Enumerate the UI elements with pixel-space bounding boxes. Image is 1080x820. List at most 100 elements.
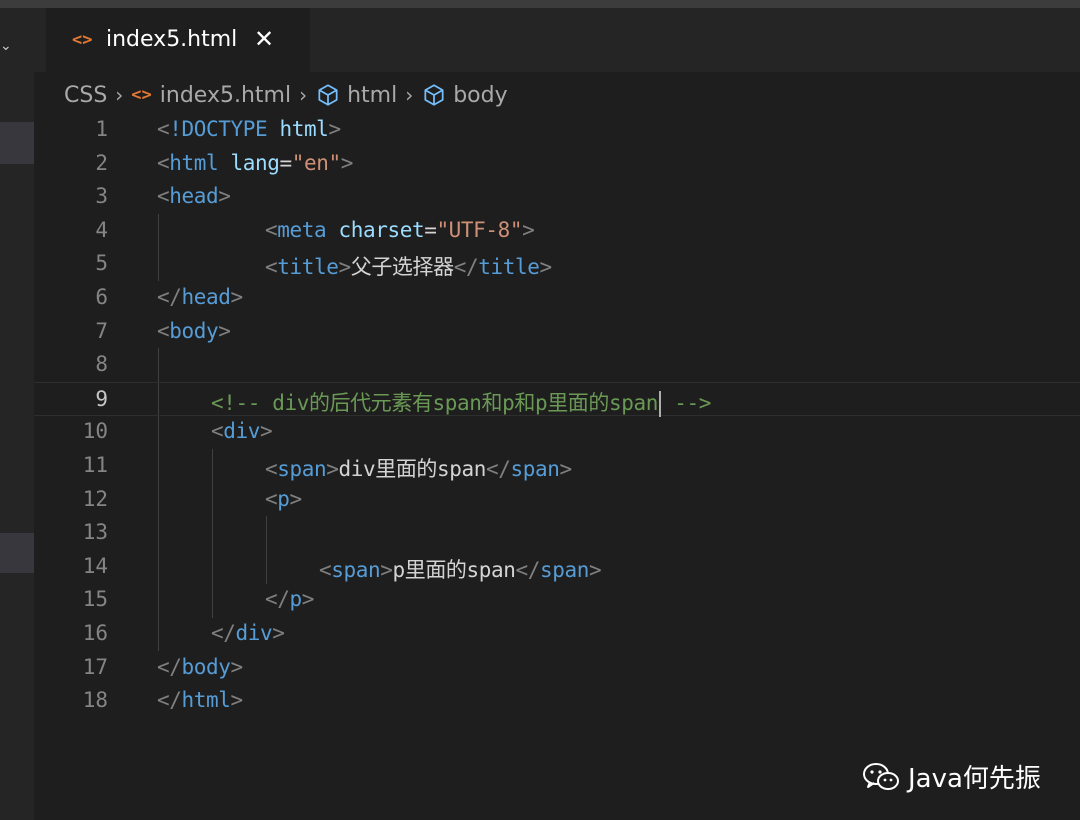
- code-text: <head>: [157, 184, 231, 209]
- code-editor[interactable]: 1 <!DOCTYPE html> 2 <html lang="en"> 3 <head>…: [34, 113, 1080, 820]
- line-number: 4: [95, 217, 108, 242]
- code-token: =: [424, 217, 437, 242]
- code-token: >: [230, 285, 243, 309]
- code-token: >: [218, 184, 231, 209]
- line-number: 14: [82, 553, 108, 578]
- code-token: <: [265, 255, 278, 280]
- code-line[interactable]: 10 <div>: [34, 415, 1080, 449]
- line-number: 11: [82, 453, 108, 477]
- code-token: div: [235, 621, 273, 645]
- breadcrumb-element-body[interactable]: body: [453, 83, 507, 108]
- code-line[interactable]: 4 <meta charset="UTF-8">: [34, 214, 1080, 248]
- line-number: 6: [95, 285, 108, 309]
- code-line[interactable]: 6 </head>: [34, 281, 1080, 315]
- code-token: html: [169, 150, 219, 175]
- line-number: 7: [95, 318, 108, 343]
- code-line[interactable]: 7 <body>: [34, 315, 1080, 349]
- line-number: 8: [95, 352, 108, 377]
- code-line[interactable]: 12 <p>: [34, 483, 1080, 517]
- code-text: <!DOCTYPE html>: [157, 117, 341, 141]
- code-token: >: [230, 688, 243, 713]
- code-line[interactable]: 14 <span>p里面的span</span>: [34, 550, 1080, 584]
- code-token: "en": [291, 150, 341, 175]
- code-line[interactable]: 9 <!-- div的后代元素有span和p和p里面的span -->: [34, 381, 1080, 417]
- code-token: 父子选择器: [350, 255, 454, 280]
- code-line[interactable]: 3 <head>: [34, 180, 1080, 214]
- code-token: >: [289, 486, 303, 511]
- tab-index5-html[interactable]: <> index5.html ✕: [46, 8, 310, 72]
- code-text: <body>: [157, 318, 231, 343]
- code-token: >: [338, 255, 351, 280]
- code-text: </div>: [211, 621, 285, 645]
- code-line[interactable]: 15 </p>: [34, 583, 1080, 617]
- cube-icon: [318, 84, 338, 106]
- line-number: 1: [95, 117, 108, 141]
- close-icon[interactable]: ✕: [254, 25, 274, 53]
- code-token: >: [522, 217, 535, 242]
- code-token: <: [157, 184, 170, 209]
- sidebar-selected-row[interactable]: [0, 122, 34, 164]
- code-line[interactable]: 16 </div>: [34, 617, 1080, 651]
- text-cursor: [658, 390, 661, 417]
- code-token: -->: [661, 390, 711, 415]
- code-token: <: [319, 557, 332, 582]
- code-token: body: [169, 318, 219, 343]
- code-line[interactable]: 17 </body>: [34, 651, 1080, 685]
- breadcrumb-element-html[interactable]: html: [347, 83, 397, 108]
- code-token: <: [211, 419, 224, 444]
- breadcrumb-file[interactable]: index5.html: [160, 83, 291, 108]
- code-token: !DOCTYPE: [169, 117, 268, 141]
- chevron-down-icon[interactable]: ⌄: [0, 38, 12, 54]
- code-token: title: [478, 255, 540, 280]
- chevron-right-icon: ›: [405, 83, 414, 107]
- code-text: </html>: [157, 688, 243, 712]
- code-token: </: [157, 285, 182, 309]
- code-token: span: [540, 557, 589, 582]
- code-token: >: [218, 318, 231, 343]
- code-token: head: [181, 285, 231, 309]
- code-line[interactable]: 13: [34, 516, 1080, 550]
- code-token: <: [157, 117, 170, 141]
- sidebar-selected-row[interactable]: [0, 533, 34, 573]
- code-line[interactable]: 2 <html lang="en">: [34, 147, 1080, 181]
- breadcrumb: CSS › <> index5.html › html › body: [64, 80, 508, 110]
- code-token: div里面的span: [338, 457, 486, 481]
- html-file-icon: <>: [72, 30, 93, 50]
- code-token: <: [265, 486, 278, 511]
- code-token: title: [277, 255, 339, 280]
- line-number: 16: [82, 621, 108, 645]
- code-token: html: [279, 117, 329, 141]
- code-token: <: [265, 457, 278, 481]
- code-line[interactable]: 5 <title>父子选择器</title>: [34, 247, 1080, 281]
- line-number: 3: [95, 184, 108, 209]
- code-line[interactable]: 1 <!DOCTYPE html>: [34, 113, 1080, 147]
- code-token: p: [289, 587, 303, 612]
- code-token: span: [331, 557, 381, 582]
- watermark: Java何先振: [862, 758, 1041, 795]
- code-token: "UTF-8": [436, 217, 523, 242]
- code-token: =: [279, 150, 292, 175]
- code-text: </body>: [157, 655, 243, 679]
- code-text: <span>p里面的span</span>: [319, 554, 602, 584]
- line-number: 15: [82, 587, 108, 612]
- code-token: </: [157, 688, 182, 713]
- code-token: >: [559, 457, 572, 481]
- sidebar-panel: ⌄: [0, 8, 34, 820]
- line-number: 12: [82, 486, 108, 511]
- line-number: 10: [82, 419, 108, 444]
- code-token: >: [380, 557, 393, 582]
- code-line[interactable]: 18 </html>: [34, 684, 1080, 718]
- line-number: 18: [82, 688, 108, 713]
- code-token: >: [230, 654, 243, 679]
- html-file-icon: <>: [131, 85, 152, 105]
- breadcrumb-folder[interactable]: CSS: [64, 83, 107, 108]
- code-token: </: [515, 557, 541, 582]
- code-token: >: [259, 419, 273, 444]
- code-token: span: [277, 457, 327, 481]
- code-token: charset: [338, 217, 425, 242]
- code-line[interactable]: 8: [34, 348, 1080, 382]
- code-text: <title>父子选择器</title>: [265, 251, 552, 281]
- code-line[interactable]: 11 <span>div里面的span</span>: [34, 449, 1080, 483]
